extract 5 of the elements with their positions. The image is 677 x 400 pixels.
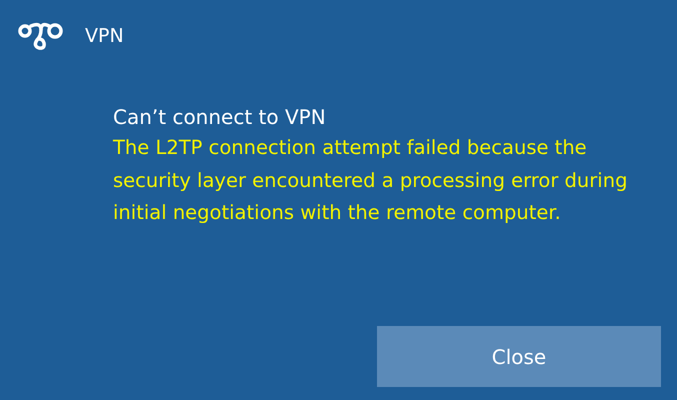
vpn-icon bbox=[17, 20, 65, 52]
app-name: VPN bbox=[85, 25, 124, 47]
error-message: The L2TP connection attempt failed because the security layer encountered a processing error during initial negotiations with the remote computer. bbox=[113, 135, 628, 226]
error-title: Can’t connect to VPN bbox=[113, 104, 327, 131]
close-button[interactable]: Close bbox=[377, 326, 661, 387]
